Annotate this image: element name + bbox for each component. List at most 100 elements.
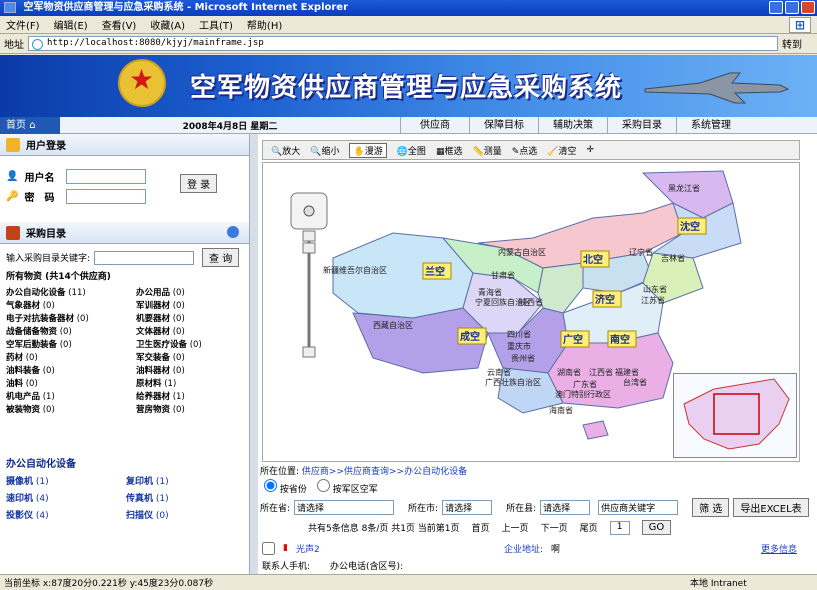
radio-military[interactable]: 按军区空军 [316, 479, 378, 495]
go-button[interactable]: 转到 [782, 36, 802, 51]
address-label: 地址 [4, 40, 24, 51]
pager-page-input[interactable]: 1 [609, 520, 630, 535]
catalog-item[interactable]: 文体器材 (0) [136, 325, 246, 337]
record-address-label: 企业地址: [503, 544, 543, 555]
record-more-link[interactable]: 更多信息 [761, 542, 797, 555]
catalog-item[interactable]: 油料装备 (0) [6, 364, 136, 376]
menu-file[interactable]: 文件(F) [6, 17, 40, 32]
office-item[interactable]: 扫描仪 (0) [126, 508, 236, 521]
catalog-item[interactable]: 给养器材 (1) [136, 390, 246, 402]
keyword-input[interactable]: 供应商关键字 [598, 500, 679, 515]
cmd-shenkong: 沈空 [680, 220, 700, 233]
measure-tool[interactable]: 📏测量 [472, 144, 501, 157]
catalog-item[interactable]: 战备储备物资 (0) [6, 325, 136, 337]
catalog-item[interactable]: 被装物资 (0) [6, 403, 136, 415]
menu-view[interactable]: 查看(V) [102, 17, 137, 32]
nav-targets[interactable]: 保障目标 [469, 116, 538, 134]
office-item[interactable]: 摄像机 (1) [6, 474, 126, 487]
nav-decision[interactable]: 辅助决策 [538, 116, 607, 134]
catalog-header: 采购目录 [0, 222, 249, 244]
status-bar: 当前坐标 x:87度20分0.221秒 y:45度23分0.087秒 本地 In… [0, 574, 817, 590]
address-input[interactable]: http://localhost:8080/kjyj/mainframe.jsp [28, 36, 778, 51]
radio-province[interactable]: 按省份 [264, 479, 307, 495]
catalog-search-input[interactable] [94, 250, 195, 265]
region-shaanxi [537, 262, 584, 314]
box-select-tool[interactable]: ▦框选 [436, 144, 463, 157]
county-label: 所在县: [506, 504, 537, 514]
password-input[interactable] [66, 188, 147, 204]
menu-edit[interactable]: 编辑(E) [54, 17, 88, 32]
office-item[interactable]: 速印机 (4) [6, 491, 126, 504]
catalog-item[interactable]: 卫生医疗设备 (0) [136, 338, 246, 350]
catalog-item[interactable]: 电子对抗装备器材 (0) [6, 312, 136, 324]
catalog-item[interactable]: 原材料 (1) [136, 377, 246, 389]
minimize-button[interactable] [769, 1, 783, 14]
nav-system[interactable]: 系统管理 [676, 116, 745, 134]
label-tibet: 西藏自治区 [373, 320, 413, 330]
catalog-item[interactable]: 机电产品 (1) [6, 390, 136, 402]
pager-first[interactable]: 首页 [472, 521, 490, 534]
catalog-search-label: 输入采购目录关键字: [6, 254, 91, 264]
login-button[interactable]: 登 录 [180, 174, 218, 193]
catalog-item[interactable]: 营房物资 (0) [136, 403, 246, 415]
label-liaoning: 辽宁省 [629, 247, 653, 257]
record-flag-icon: ▮ [283, 543, 288, 553]
office-item[interactable]: 传真机 (1) [126, 491, 236, 504]
nav-supplier[interactable]: 供应商 [400, 116, 469, 134]
office-item[interactable]: 投影仪 (4) [6, 508, 126, 521]
full-extent-tool[interactable]: 🌐全图 [397, 144, 426, 157]
crosshair-icon[interactable]: ✛ [587, 145, 595, 155]
expand-icon[interactable] [227, 226, 239, 238]
label-jiangsu: 江苏省 [641, 295, 665, 305]
catalog-item[interactable]: 军训器材 (0) [136, 299, 246, 311]
close-button[interactable] [801, 1, 815, 14]
pager-go-button[interactable]: GO [641, 520, 672, 535]
clear-tool[interactable]: 🧹清空 [547, 144, 576, 157]
pan-tool[interactable]: ✋漫游 [349, 142, 387, 158]
pager-next[interactable]: 下一页 [541, 521, 568, 534]
key-icon: 🔑 [6, 190, 19, 202]
catalog-item[interactable]: 空军后勤装备 (0) [6, 338, 136, 350]
catalog-item[interactable]: 机要器材 (0) [136, 312, 246, 324]
catalog-item[interactable]: 办公用品 (0) [136, 286, 246, 298]
menu-favorites[interactable]: 收藏(A) [150, 17, 185, 32]
zoom-in-tool[interactable]: 🔍放大 [271, 144, 300, 157]
county-select[interactable]: 请选择 [540, 500, 591, 515]
zoom-out-tool[interactable]: 🔍缩小 [310, 144, 339, 157]
maximize-button[interactable] [785, 1, 799, 14]
pager-last[interactable]: 尾页 [580, 521, 598, 534]
nav-home[interactable]: 首页 ⌂ [0, 116, 60, 134]
status-coords: 当前坐标 x:87度20分0.221秒 y:45度23分0.087秒 [4, 579, 214, 589]
label-yunnan: 云南省 [487, 367, 511, 377]
home-icon: ⌂ [29, 119, 36, 131]
filter-button[interactable]: 筛 选 [692, 498, 730, 517]
nav-catalog[interactable]: 采购目录 [607, 116, 676, 134]
overview-map[interactable] [673, 373, 797, 458]
username-input[interactable] [66, 168, 147, 184]
pager-prev[interactable]: 上一页 [502, 521, 529, 534]
panel-splitter[interactable] [250, 134, 258, 574]
location-path[interactable]: 供应商>>供应商查询>>办公自动化设备 [302, 467, 467, 477]
catalog-item[interactable]: 军交装备 (0) [136, 351, 246, 363]
city-select[interactable]: 请选择 [442, 500, 493, 515]
menu-tools[interactable]: 工具(T) [199, 17, 233, 32]
region-hainan [582, 420, 609, 440]
label-xinjiang: 新疆维吾尔自治区 [323, 265, 387, 275]
record-checkbox[interactable] [262, 541, 275, 555]
catalog-item[interactable]: 办公自动化设备 (11) [6, 286, 136, 298]
catalog-search-button[interactable]: 查 询 [202, 248, 240, 267]
nav-date: 2008年4月8日 星期二 [182, 121, 278, 132]
pan-control[interactable] [290, 192, 328, 358]
province-select[interactable]: 请选择 [294, 500, 395, 515]
label-gansu: 甘肃省 [491, 270, 515, 280]
menu-help[interactable]: 帮助(H) [247, 17, 282, 32]
catalog-item[interactable]: 药材 (0) [6, 351, 136, 363]
catalog-item[interactable]: 油料 (0) [6, 377, 136, 389]
export-excel-button[interactable]: 导出EXCEL表 [733, 498, 809, 517]
catalog-item[interactable]: 油料器材 (0) [136, 364, 246, 376]
point-select-tool[interactable]: ✎点选 [512, 144, 538, 157]
catalog-item[interactable]: 气象器材 (0) [6, 299, 136, 311]
record-name[interactable]: 光声2 [296, 542, 496, 555]
china-map[interactable]: 黑龙江省 吉林省 辽宁省 内蒙古自治区 新疆维吾尔自治区 甘肃省 青海省 宁夏回… [262, 162, 800, 462]
office-item[interactable]: 复印机 (1) [126, 474, 236, 487]
